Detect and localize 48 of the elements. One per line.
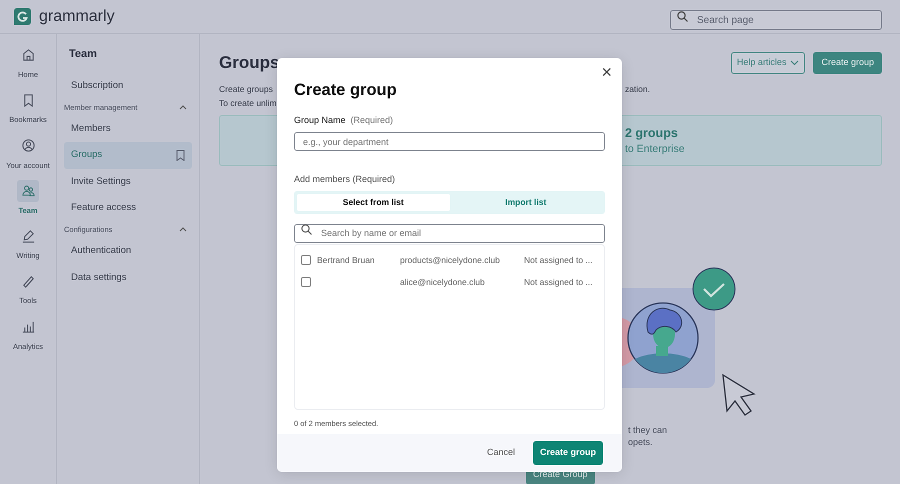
tab[interactable]: Select from list [297, 194, 450, 212]
sidebar-title: Team [68, 47, 98, 62]
search-icon [301, 224, 312, 236]
checkbox[interactable] [301, 277, 311, 288]
close-button[interactable]: × [599, 62, 614, 82]
caret-icon [790, 60, 800, 66]
page-title: Groups [219, 52, 280, 74]
search-icon [677, 10, 688, 22]
sidebar-item[interactable]: Authentication [64, 238, 192, 264]
create-group-button[interactable]: Create group [813, 52, 882, 74]
sidebar-item[interactable]: Data settings [64, 264, 192, 291]
member-email: alice@nicelydone.club [400, 276, 486, 289]
sidebar-item[interactable]: Feature access [64, 194, 192, 221]
member-name: Bertrand Bruan [317, 254, 376, 267]
sidebar-item[interactable]: Invite Settings [64, 168, 192, 195]
description-text: To create unlim [219, 96, 277, 110]
description-text: zation. [624, 82, 650, 96]
description-text: Create groups [219, 82, 274, 96]
account-icon [20, 138, 36, 153]
member-status: Not assigned to ... [524, 276, 593, 289]
banner-subtitle: to Enterprise [625, 142, 686, 158]
create-group-button[interactable]: Create group [532, 441, 603, 465]
tab[interactable]: Import list [450, 194, 602, 212]
pen-icon [20, 228, 36, 244]
chart-icon [20, 319, 36, 334]
empty-state-text: opets. [628, 436, 654, 448]
cancel-button[interactable]: Cancel [478, 443, 523, 463]
field-label: Add members (Required) [294, 172, 396, 186]
sidebar-item[interactable]: Subscription [64, 72, 192, 99]
group-name-field[interactable]: e.g., your department [294, 132, 605, 152]
sidebar-item[interactable]: Groups [64, 142, 192, 168]
checkbox[interactable] [301, 255, 311, 266]
member-status: Not assigned to ... [524, 254, 593, 267]
sidebar-item[interactable]: Members [64, 116, 192, 142]
bookmark-icon [176, 150, 185, 161]
team-icon [20, 183, 36, 198]
dialog-title: Create group [294, 80, 398, 101]
home-icon [20, 48, 36, 62]
member-search-field[interactable]: Search by name or email [294, 224, 605, 243]
logo-icon [14, 8, 31, 25]
logo-text: grammarly [39, 6, 115, 26]
search-field[interactable]: Search page [670, 10, 882, 30]
tools-icon [20, 274, 36, 289]
field-label: Group Name (Required) [294, 114, 394, 127]
empty-state-text: t they can [628, 424, 668, 436]
chevron-icon [178, 102, 188, 112]
banner-title: 2 groups [625, 124, 679, 142]
member-email: products@nicelydone.club [400, 254, 501, 267]
